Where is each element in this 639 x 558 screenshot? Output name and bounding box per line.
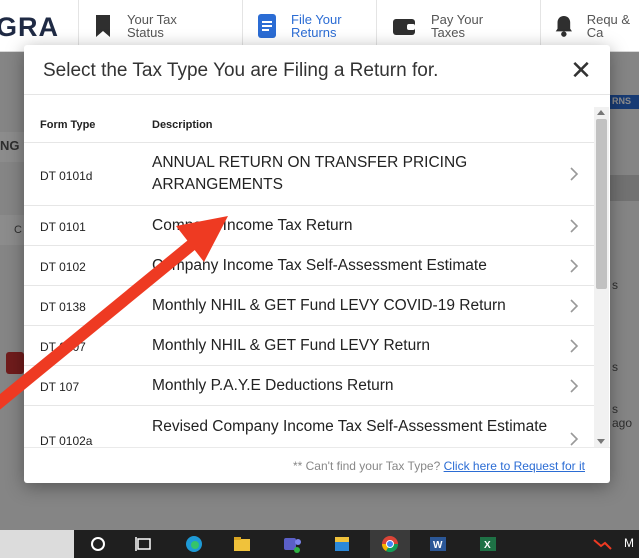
- svg-text:W: W: [433, 540, 443, 551]
- edge-icon[interactable]: [184, 534, 204, 554]
- modal-footer: ** Can't find your Tax Type? Click here …: [24, 447, 610, 483]
- teams-icon[interactable]: [282, 534, 302, 554]
- table-scrollbar[interactable]: [594, 107, 609, 447]
- nav-label: Pay Your Taxes: [431, 12, 484, 40]
- table-row[interactable]: DT 107 Monthly P.A.Y.E Deductions Return: [24, 366, 594, 406]
- form-code: DT 0102: [40, 260, 86, 274]
- scroll-up-arrow-icon[interactable]: [597, 110, 605, 115]
- nav-label: File Your Returns: [291, 12, 342, 40]
- word-icon[interactable]: W: [428, 534, 448, 554]
- bookmark-icon: [96, 15, 110, 37]
- svg-text:X: X: [484, 540, 491, 551]
- footer-note: ** Can't find your Tax Type? Click here …: [293, 459, 585, 473]
- taskbar-search-area[interactable]: [0, 530, 74, 558]
- scrollbar-thumb[interactable]: [596, 119, 607, 289]
- file-explorer-icon[interactable]: [232, 534, 252, 554]
- form-code: DT 0107: [40, 340, 86, 354]
- form-code: DT 0138: [40, 300, 86, 314]
- modal-header: Select the Tax Type You are Filing a Ret…: [24, 45, 610, 95]
- form-description: ANNUAL RETURN ON TRANSFER PRICING ARRANG…: [152, 154, 468, 193]
- form-description: Monthly NHIL & GET Fund LEVY COVID-19 Re…: [152, 297, 506, 314]
- form-code: DT 107: [40, 380, 80, 394]
- tax-type-table: Form Type Description DT 0101d ANNUAL RE…: [24, 107, 610, 447]
- form-description: Company Income Tax Self-Assessment Estim…: [152, 257, 487, 274]
- table-row[interactable]: DT 0101d ANNUAL RETURN ON TRANSFER PRICI…: [24, 143, 594, 206]
- table-header: Form Type Description: [24, 107, 594, 143]
- nav-label: Requ & Ca: [586, 12, 631, 40]
- form-code: DT 0102a: [40, 434, 93, 447]
- column-form-type: Form Type: [40, 119, 96, 131]
- brand-logo: GRA: [0, 12, 59, 42]
- chevron-right-icon: [570, 259, 579, 273]
- footer-prefix: ** Can't find your Tax Type?: [292, 459, 441, 473]
- search-circle-icon[interactable]: [88, 534, 108, 554]
- chrome-icon[interactable]: [380, 534, 400, 554]
- wallet-icon: [393, 19, 415, 35]
- chevron-right-icon: [570, 167, 579, 181]
- modal-title: Select the Tax Type You are Filing a Ret…: [43, 60, 439, 81]
- excel-icon[interactable]: X: [478, 534, 498, 554]
- scroll-down-arrow-icon[interactable]: [597, 439, 605, 444]
- form-code: DT 0101: [40, 220, 86, 234]
- document-icon: [258, 14, 276, 38]
- tray-label: M: [624, 536, 634, 550]
- bell-icon: [555, 16, 572, 37]
- close-icon[interactable]: ✕: [566, 55, 596, 85]
- form-description: Monthly P.A.Y.E Deductions Return: [152, 377, 394, 394]
- store-icon[interactable]: [332, 534, 352, 554]
- form-description: Monthly NHIL & GET Fund LEVY Return: [152, 337, 430, 354]
- trend-arrow-icon: [593, 539, 612, 550]
- form-description: Revised Company Income Tax Self-Assessme…: [152, 418, 548, 435]
- chevron-right-icon: [570, 299, 579, 313]
- table-row[interactable]: DT 0107 Monthly NHIL & GET Fund LEVY Ret…: [24, 326, 594, 366]
- task-view-icon[interactable]: [134, 534, 154, 554]
- table-row[interactable]: DT 0138 Monthly NHIL & GET Fund LEVY COV…: [24, 286, 594, 326]
- tax-type-modal: Select the Tax Type You are Filing a Ret…: [24, 45, 610, 483]
- chevron-right-icon: [570, 379, 579, 393]
- form-code: DT 0101d: [40, 169, 93, 183]
- chevron-right-icon: [570, 339, 579, 353]
- nav-label: Your Tax Status: [127, 12, 177, 40]
- chevron-right-icon: [570, 432, 579, 446]
- request-tax-type-link[interactable]: Click here to Request for it: [444, 459, 585, 473]
- table-row[interactable]: DT 0101 Company Income Tax Return: [24, 206, 594, 246]
- windows-taskbar: W X M: [0, 530, 639, 558]
- form-description: Company Income Tax Return: [152, 217, 353, 234]
- table-row[interactable]: DT 0102a Revised Company Income Tax Self…: [24, 406, 594, 447]
- chevron-right-icon: [570, 219, 579, 233]
- column-description: Description: [152, 119, 213, 131]
- table-row[interactable]: DT 0102 Company Income Tax Self-Assessme…: [24, 246, 594, 286]
